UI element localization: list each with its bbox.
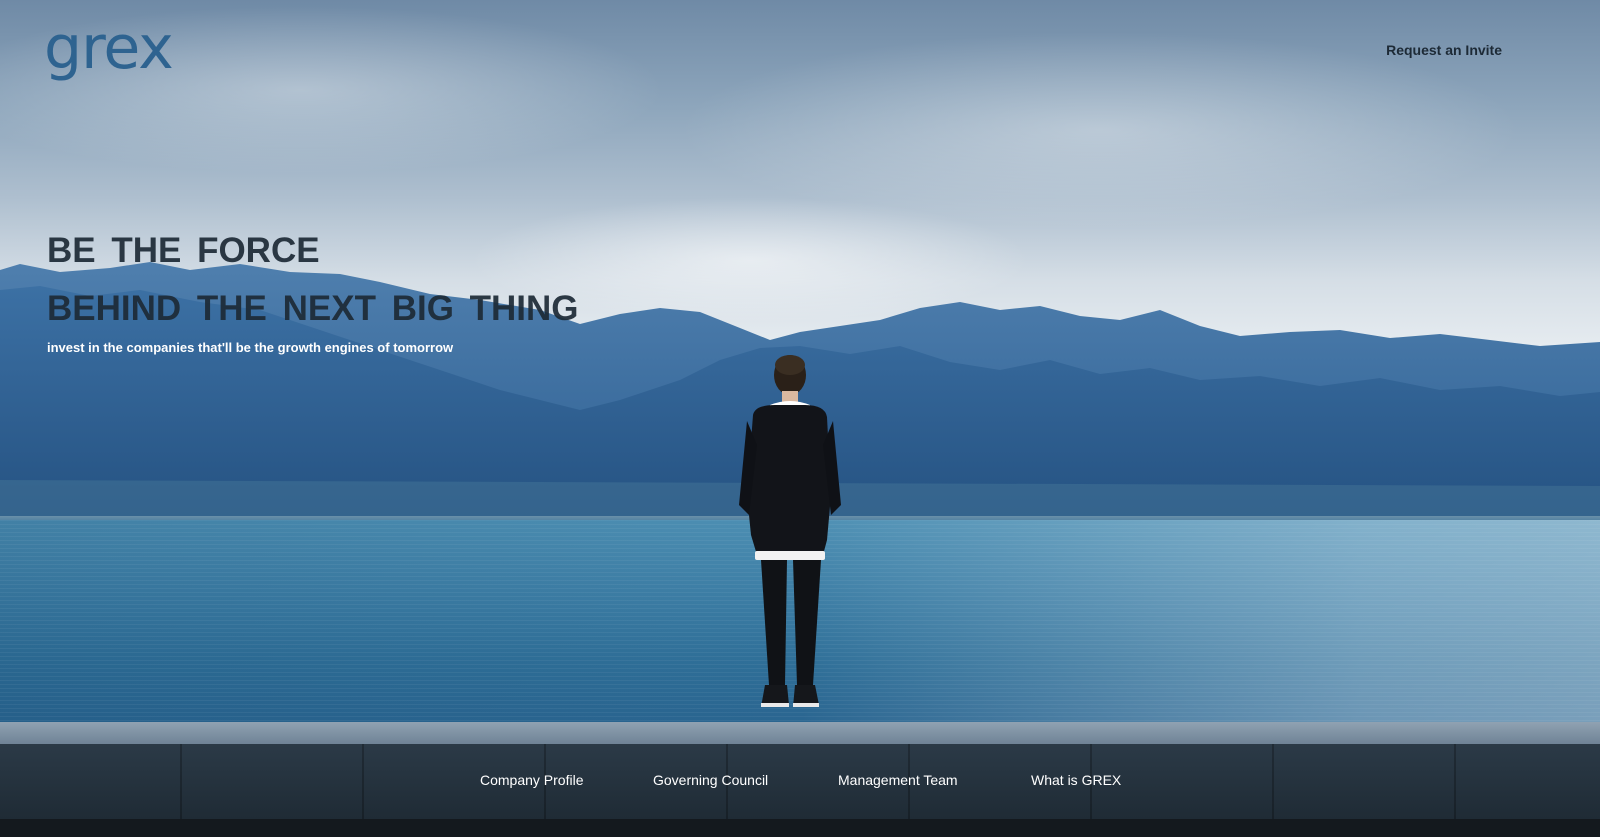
hero-headline-line-2: BEHIND THE NEXT BIG THING <box>47 289 579 328</box>
standing-person-figure <box>739 355 841 707</box>
hero-copy: BE THE FORCE BEHIND THE NEXT BIG THING i… <box>47 222 579 355</box>
nav-link-what-is-grex[interactable]: What is GREX <box>1031 772 1121 788</box>
grex-logo[interactable]: grex <box>44 18 174 78</box>
hero-subheadline: invest in the companies that'll be the g… <box>47 340 454 355</box>
nav-link-company-profile[interactable]: Company Profile <box>480 772 584 788</box>
hero-background-image <box>0 0 1600 837</box>
footer-nav: Company Profile Governing Council Manage… <box>0 772 1600 792</box>
nav-link-management-team[interactable]: Management Team <box>838 772 958 788</box>
nav-link-governing-council[interactable]: Governing Council <box>653 772 768 788</box>
hero-headline-line-1: BE THE FORCE <box>47 231 320 270</box>
request-invite-link[interactable]: Request an Invite <box>1386 42 1502 58</box>
landing-page: grex Request an Invite BE THE FORCE BEHI… <box>0 0 1600 837</box>
ground-strip <box>0 819 1600 837</box>
